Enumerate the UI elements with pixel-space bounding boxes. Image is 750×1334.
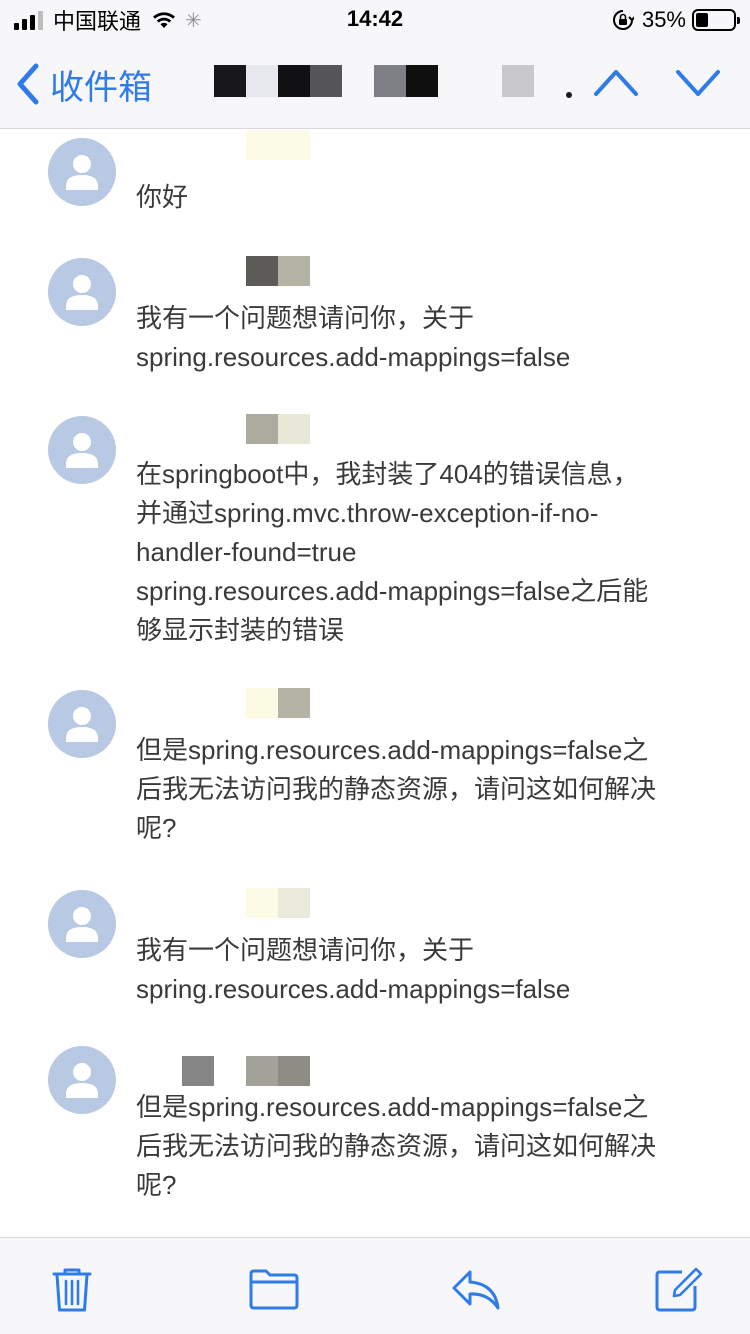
previous-message-button[interactable] (592, 62, 640, 102)
reply-icon (452, 1270, 500, 1310)
back-button-label: 收件箱 (50, 68, 152, 107)
avatar (48, 416, 116, 484)
avatar (48, 138, 116, 206)
activity-spinner-icon: ✳ (185, 9, 202, 32)
message-text: 在springboot中，我封装了404的错误信息， 并通过spring.mvc… (136, 459, 649, 645)
orientation-lock-icon (612, 10, 634, 30)
status-left: 中国联通 ✳ (14, 6, 202, 34)
reply-button[interactable] (450, 1264, 502, 1314)
chevron-left-icon (17, 63, 39, 105)
compose-icon (655, 1267, 703, 1312)
cellular-signal-icon (14, 10, 43, 30)
status-bar: 中国联通 ✳ 14:42 35% (0, 0, 750, 40)
avatar (48, 258, 116, 326)
compose-button[interactable] (652, 1264, 704, 1314)
next-message-button[interactable] (674, 62, 722, 102)
person-icon (66, 155, 98, 190)
delete-button[interactable] (46, 1264, 98, 1314)
avatar (48, 690, 116, 758)
message-text: 但是spring.resources.add-mappings=false之 后… (136, 735, 657, 843)
person-icon (66, 433, 98, 468)
message-item[interactable]: 我有一个问题想请问你，关于 spring.resources.add-mappi… (0, 256, 750, 396)
carrier-name: 中国联通 (53, 9, 142, 34)
status-right: 35% (612, 6, 740, 34)
navigation-bar: 收件箱 (0, 40, 750, 129)
message-item[interactable]: 我有一个问题想请问你，关于 spring.resources.add-mappi… (0, 888, 750, 1018)
person-icon (66, 907, 98, 942)
subject-period (566, 92, 572, 98)
avatar (48, 1046, 116, 1114)
message-text: 我有一个问题想请问你，关于 spring.resources.add-mappi… (136, 303, 571, 372)
person-icon (66, 275, 98, 310)
folder-icon (249, 1269, 299, 1310)
wifi-icon (153, 12, 176, 28)
bottom-toolbar (0, 1237, 750, 1334)
battery-percent: 35% (641, 7, 686, 32)
message-text: 你好 (136, 182, 189, 212)
move-to-folder-button[interactable] (248, 1264, 300, 1314)
trash-icon (52, 1268, 92, 1312)
avatar (48, 890, 116, 958)
person-icon (66, 1063, 98, 1098)
message-text: 但是spring.resources.add-mappings=false之 后… (136, 1092, 657, 1200)
message-item[interactable]: 你好 (0, 130, 750, 240)
back-to-inbox-button[interactable]: 收件箱 (14, 60, 152, 108)
message-item[interactable]: 但是spring.resources.add-mappings=false之 后… (0, 1046, 750, 1216)
message-text: 我有一个问题想请问你，关于 spring.resources.add-mappi… (136, 935, 571, 1004)
message-item[interactable]: 但是spring.resources.add-mappings=false之 后… (0, 688, 750, 858)
person-icon (66, 707, 98, 742)
message-item[interactable]: 在springboot中，我封装了404的错误信息， 并通过spring.mvc… (0, 414, 750, 654)
battery-icon (692, 9, 740, 31)
